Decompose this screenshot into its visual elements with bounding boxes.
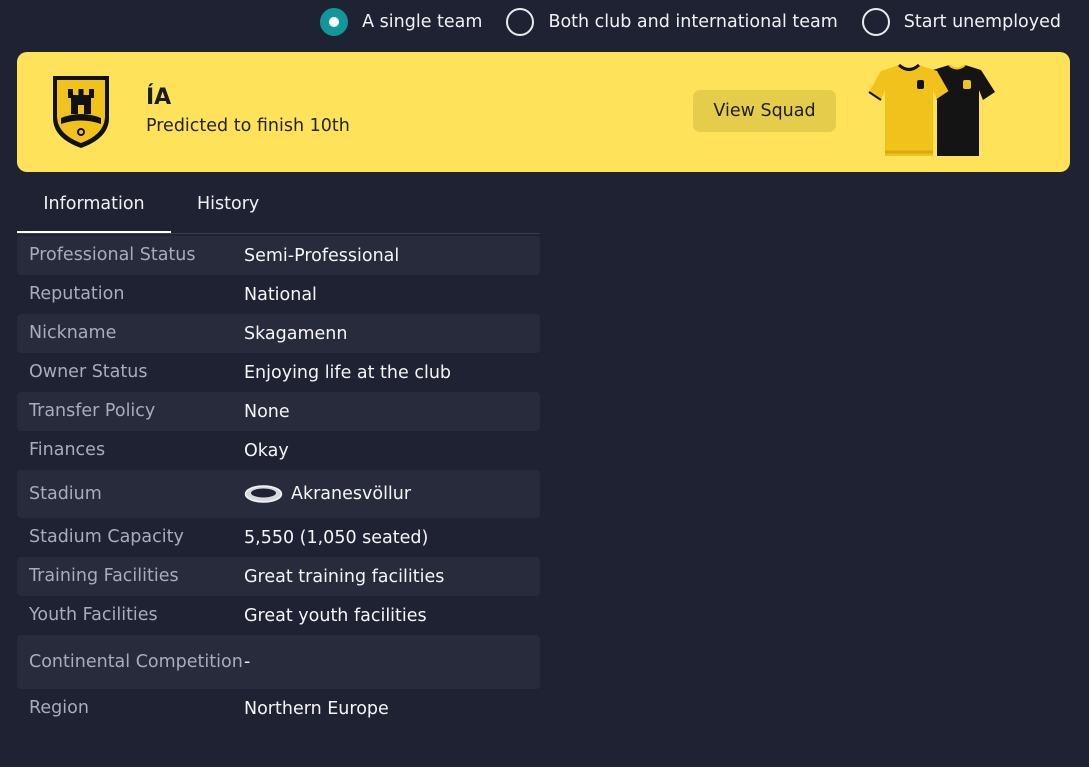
radio-unselected-icon[interactable]: [506, 8, 535, 36]
info-label: Nickname: [29, 323, 117, 343]
club-selection-panel: A single team Both club and internationa…: [0, 0, 1089, 767]
info-row: Professional Status Semi-Professional: [17, 236, 540, 275]
info-value: Northern Europe: [244, 698, 389, 719]
radio-club-and-international[interactable]: Both club and international team: [506, 8, 838, 36]
stadium-name: Akranesvöllur: [291, 484, 412, 504]
info-label: Youth Facilities: [29, 605, 158, 625]
info-row: Reputation National: [17, 275, 540, 314]
radio-unselected-icon[interactable]: [861, 8, 890, 36]
radio-start-unemployed[interactable]: Start unemployed: [861, 8, 1061, 36]
tab-information[interactable]: Information: [17, 186, 171, 234]
radio-label: Both club and international team: [548, 12, 838, 32]
info-row: Owner Status Enjoying life at the club: [17, 353, 540, 392]
info-label: Continental Competition: [29, 651, 243, 672]
club-kits-icon: [868, 63, 995, 156]
info-row-stadium: Stadium Akranesvöllur: [17, 470, 540, 518]
club-prediction: Predicted to finish 10th: [146, 116, 350, 136]
info-value: -: [244, 652, 251, 672]
info-row: Region Northern Europe: [17, 689, 540, 728]
club-information-table: Professional Status Semi-Professional Re…: [17, 236, 540, 728]
tab-bar: Information History: [17, 186, 285, 234]
info-row: Continental Competition -: [17, 635, 540, 689]
info-row: Stadium Capacity 5,550 (1,050 seated): [17, 518, 540, 557]
info-label: Professional Status: [29, 245, 196, 265]
info-label: Stadium Capacity: [29, 527, 184, 547]
info-label: Region: [29, 698, 89, 718]
info-label: Finances: [29, 440, 106, 460]
info-value: Great training facilities: [244, 566, 445, 587]
radio-label: Start unemployed: [903, 12, 1061, 32]
info-value: Great youth facilities: [244, 605, 427, 626]
info-row: Finances Okay: [17, 431, 540, 470]
info-value: 5,550 (1,050 seated): [244, 527, 429, 548]
info-label: Transfer Policy: [29, 401, 156, 421]
tab-divider: [17, 233, 540, 234]
info-label: Owner Status: [29, 362, 148, 382]
club-name: ÍA: [146, 85, 172, 110]
info-value: Semi-Professional: [244, 245, 400, 266]
tab-history[interactable]: History: [171, 186, 285, 234]
info-row: Transfer Policy None: [17, 392, 540, 431]
stadium-icon: [244, 485, 283, 503]
info-value: Akranesvöllur: [244, 484, 411, 504]
info-row: Nickname Skagamenn: [17, 314, 540, 353]
info-label: Training Facilities: [29, 566, 179, 586]
radio-selected-icon[interactable]: [320, 8, 349, 36]
info-row: Training Facilities Great training facil…: [17, 557, 540, 596]
info-label: Stadium: [29, 483, 102, 504]
radio-label: A single team: [362, 12, 483, 32]
info-value: National: [244, 284, 317, 305]
info-value: Okay: [244, 440, 289, 461]
info-label: Reputation: [29, 284, 125, 304]
info-value: None: [244, 401, 290, 422]
info-value: Skagamenn: [244, 323, 348, 344]
club-crest-icon: [53, 76, 109, 148]
view-squad-button[interactable]: View Squad: [693, 90, 836, 132]
info-value: Enjoying life at the club: [244, 362, 452, 383]
info-row: Youth Facilities Great youth facilities: [17, 596, 540, 635]
radio-single-team[interactable]: A single team: [320, 8, 482, 36]
club-banner: ÍA Predicted to finish 10th View Squad: [17, 52, 1070, 172]
start-mode-radio-group: A single team Both club and internationa…: [320, 7, 1061, 37]
